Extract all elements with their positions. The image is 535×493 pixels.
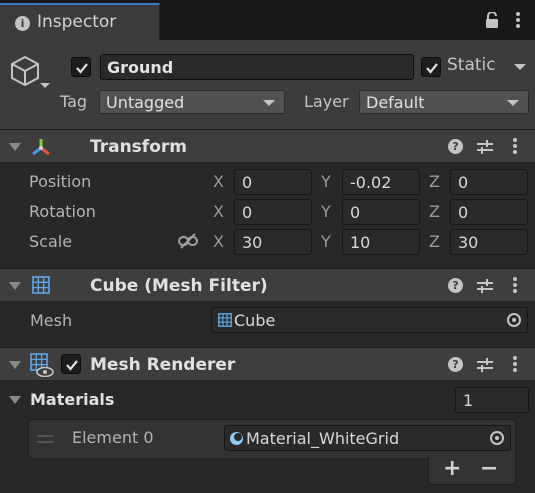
position-x-field[interactable]: 0 xyxy=(234,169,312,195)
mesh-renderer-title: Mesh Renderer xyxy=(90,355,236,375)
layer-value: Default xyxy=(366,93,425,112)
element-label: Element 0 xyxy=(72,428,154,447)
rotation-label: Rotation xyxy=(29,202,96,221)
drag-handle-icon[interactable] xyxy=(37,435,53,443)
scale-y-field[interactable]: 10 xyxy=(342,229,420,255)
gameobject-header: Ground Static Tag Untagged Layer Default xyxy=(0,40,535,130)
foldout-arrow-icon[interactable] xyxy=(9,361,21,369)
static-checkbox[interactable] xyxy=(421,57,441,77)
sliders-icon[interactable] xyxy=(477,358,493,372)
axis-x-label: X xyxy=(213,172,224,191)
layer-label: Layer xyxy=(304,92,349,111)
mesh-renderer-header[interactable]: Mesh Renderer ? xyxy=(0,347,535,381)
help-icon[interactable]: ? xyxy=(448,278,463,293)
object-picker-icon[interactable] xyxy=(507,313,521,327)
mesh-grid-icon xyxy=(32,276,50,294)
layer-dropdown[interactable]: Default xyxy=(359,90,529,114)
kebab-menu-icon[interactable] xyxy=(512,354,518,376)
info-icon: i xyxy=(15,16,30,31)
help-icon[interactable]: ? xyxy=(448,357,463,372)
scale-z-field[interactable]: 30 xyxy=(450,229,528,255)
axis-x-label: X xyxy=(213,202,224,221)
active-checkbox[interactable] xyxy=(71,57,91,77)
tag-label: Tag xyxy=(60,92,88,111)
inspector-tab-label: Inspector xyxy=(37,12,117,32)
axis-y-label: Y xyxy=(321,232,331,251)
position-z-field[interactable]: 0 xyxy=(450,169,528,195)
add-element-button[interactable]: + xyxy=(443,456,461,481)
scale-x-field[interactable]: 30 xyxy=(234,229,312,255)
list-add-remove: + − xyxy=(428,456,516,485)
axis-z-label: Z xyxy=(429,232,440,251)
tag-dropdown[interactable]: Untagged xyxy=(99,90,285,114)
mesh-value: Cube xyxy=(234,311,276,330)
chevron-down-icon xyxy=(507,100,519,106)
mesh-grid-icon xyxy=(218,313,232,327)
checkmark-icon xyxy=(66,360,78,371)
axis-y-label: Y xyxy=(321,172,331,191)
foldout-arrow-icon[interactable] xyxy=(9,143,21,151)
materials-label[interactable]: Materials xyxy=(30,390,114,409)
kebab-menu-icon[interactable] xyxy=(512,136,518,158)
materials-list: Element 0 Material_WhiteGrid xyxy=(28,419,516,459)
mesh-object-field[interactable]: Cube xyxy=(211,307,528,333)
mesh-renderer-icon xyxy=(30,353,54,377)
transform-gizmo-icon xyxy=(32,139,50,156)
materials-foldout-icon[interactable] xyxy=(9,396,21,404)
mesh-filter-header[interactable]: Cube (Mesh Filter) ? xyxy=(0,268,535,302)
axis-z-label: Z xyxy=(429,202,440,221)
chevron-down-icon[interactable] xyxy=(40,83,50,88)
foldout-arrow-icon[interactable] xyxy=(9,282,21,290)
mesh-label: Mesh xyxy=(30,311,73,330)
materials-count-field[interactable]: 1 xyxy=(455,387,529,413)
rotation-y-field[interactable]: 0 xyxy=(342,199,420,225)
checkmark-icon xyxy=(426,63,438,74)
help-icon[interactable]: ? xyxy=(448,139,463,154)
rotation-x-field[interactable]: 0 xyxy=(234,199,312,225)
mesh-renderer-enabled-checkbox[interactable] xyxy=(61,354,81,374)
unlinked-chain-icon[interactable] xyxy=(178,233,198,249)
static-label: Static xyxy=(447,55,496,75)
material-object-field[interactable]: Material_WhiteGrid xyxy=(224,425,511,451)
remove-element-button[interactable]: − xyxy=(480,456,498,481)
mesh-filter-title: Cube (Mesh Filter) xyxy=(90,276,268,296)
position-label: Position xyxy=(29,172,92,191)
rotation-z-field[interactable]: 0 xyxy=(450,199,528,225)
lock-icon[interactable] xyxy=(485,12,499,28)
scale-label: Scale xyxy=(29,232,73,251)
material-value: Material_WhiteGrid xyxy=(246,429,400,448)
checkmark-icon xyxy=(76,63,88,74)
static-dropdown-icon[interactable] xyxy=(514,64,526,70)
transform-header[interactable]: Transform ? xyxy=(0,129,535,163)
kebab-menu-icon[interactable] xyxy=(515,10,521,32)
object-picker-icon[interactable] xyxy=(490,431,504,445)
sliders-icon[interactable] xyxy=(477,140,493,154)
axis-y-label: Y xyxy=(321,202,331,221)
axis-x-label: X xyxy=(213,232,224,251)
position-y-field[interactable]: -0.02 xyxy=(342,169,420,195)
axis-z-label: Z xyxy=(429,172,440,191)
transform-title: Transform xyxy=(90,137,187,157)
chevron-down-icon xyxy=(263,100,275,106)
tag-value: Untagged xyxy=(106,93,185,112)
kebab-menu-icon[interactable] xyxy=(512,275,518,297)
sliders-icon[interactable] xyxy=(477,279,493,293)
material-sphere-icon xyxy=(230,432,243,445)
tab-bar: i Inspector xyxy=(0,0,535,40)
name-field[interactable]: Ground xyxy=(100,54,414,80)
cube-icon[interactable] xyxy=(10,55,40,87)
inspector-tab[interactable]: i Inspector xyxy=(0,3,160,40)
